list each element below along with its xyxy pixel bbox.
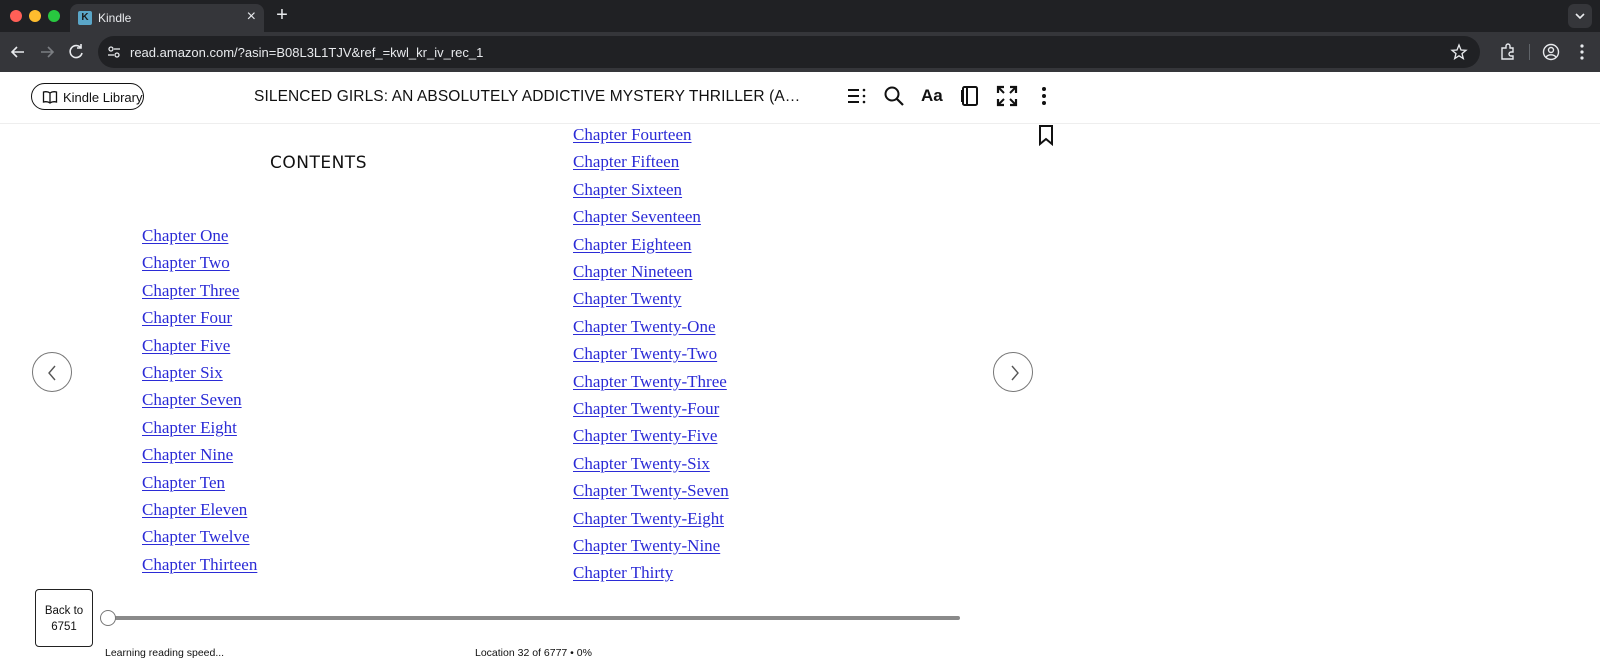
tab-close-icon[interactable]: × bbox=[247, 9, 256, 25]
toc-chapter-link[interactable]: Chapter One bbox=[142, 226, 228, 246]
toc-chapter-link[interactable]: Chapter Fifteen bbox=[573, 152, 679, 172]
more-options-icon[interactable] bbox=[1032, 84, 1056, 108]
reload-button[interactable] bbox=[64, 40, 88, 64]
back-to-label: Back to bbox=[44, 605, 84, 617]
toc-chapter-link[interactable]: Chapter Twenty-Four bbox=[573, 399, 719, 419]
toc-chapter-link[interactable]: Chapter Two bbox=[142, 253, 230, 273]
toc-chapter-link[interactable]: Chapter Sixteen bbox=[573, 180, 682, 200]
toc-chapter-link[interactable]: Chapter Twenty-Seven bbox=[573, 481, 729, 501]
table-of-contents-icon[interactable] bbox=[845, 84, 869, 108]
extensions-puzzle-icon[interactable] bbox=[1498, 42, 1518, 62]
forward-nav-button[interactable] bbox=[35, 40, 59, 64]
arrow-left-icon bbox=[10, 46, 24, 58]
reading-progress-slider[interactable] bbox=[108, 616, 960, 620]
location-indicator: Location 32 of 6777 • 0% bbox=[475, 647, 592, 659]
toc-chapter-link[interactable]: Chapter Nineteen bbox=[573, 262, 692, 282]
toc-chapter-link[interactable]: Chapter Twenty-Two bbox=[573, 344, 717, 364]
toc-chapter-link[interactable]: Chapter Twenty-Five bbox=[573, 426, 717, 446]
toc-chapter-link[interactable]: Chapter Nine bbox=[142, 445, 233, 465]
back-to-location-button[interactable]: Back to 6751 bbox=[35, 589, 93, 647]
toc-chapter-link[interactable]: Chapter Eight bbox=[142, 418, 237, 438]
reload-icon bbox=[69, 44, 83, 59]
toc-chapter-link[interactable]: Chapter Fourteen bbox=[573, 125, 692, 145]
toc-chapter-link[interactable]: Chapter Ten bbox=[142, 473, 225, 493]
toc-chapter-link[interactable]: Chapter Twenty-Six bbox=[573, 454, 710, 474]
toc-chapter-link[interactable]: Chapter Thirteen bbox=[142, 555, 257, 575]
tab-title: Kindle bbox=[98, 11, 132, 25]
url-text[interactable]: read.amazon.com/?asin=B08L3L1TJV&ref_=kw… bbox=[130, 45, 483, 60]
kindle-favicon-icon: K bbox=[78, 11, 92, 25]
back-to-location-number: 6751 bbox=[51, 621, 77, 633]
browser-toolbar: read.amazon.com/?asin=B08L3L1TJV&ref_=kw… bbox=[0, 32, 1600, 72]
toc-chapter-link[interactable]: Chapter Thirty bbox=[573, 563, 673, 583]
toc-chapter-link[interactable]: Chapter Twenty-Nine bbox=[573, 536, 720, 556]
reading-speed-status: Learning reading speed... bbox=[105, 647, 225, 659]
toc-chapter-link[interactable]: Chapter Four bbox=[142, 308, 232, 328]
browser-menu-icon[interactable] bbox=[1572, 42, 1592, 62]
toolbar-divider bbox=[1529, 44, 1530, 60]
arrow-right-icon bbox=[41, 46, 55, 58]
window-minimize-button[interactable] bbox=[29, 10, 41, 22]
window-maximize-button[interactable] bbox=[48, 10, 60, 22]
site-info-icon[interactable] bbox=[106, 44, 122, 60]
toc-chapter-link[interactable]: Chapter Twenty-One bbox=[573, 317, 715, 337]
toc-chapter-link[interactable]: Chapter Five bbox=[142, 336, 230, 356]
browser-tab-kindle[interactable]: K Kindle × bbox=[70, 4, 264, 32]
toc-chapter-link[interactable]: Chapter Twenty-Three bbox=[573, 372, 727, 392]
toc-chapter-link[interactable]: Chapter Six bbox=[142, 363, 223, 383]
next-page-button[interactable] bbox=[993, 352, 1033, 392]
kindle-library-button[interactable]: Kindle Library bbox=[31, 83, 144, 110]
chevron-right-icon bbox=[1011, 365, 1019, 381]
toc-chapter-link[interactable]: Chapter Three bbox=[142, 281, 239, 301]
bookmark-icon[interactable] bbox=[1037, 124, 1055, 146]
chevron-left-icon bbox=[48, 365, 56, 381]
window-close-button[interactable] bbox=[10, 10, 22, 22]
toc-chapter-link[interactable]: Chapter Eleven bbox=[142, 500, 247, 520]
notebook-icon[interactable] bbox=[958, 84, 982, 108]
star-bookmark-icon[interactable] bbox=[1450, 43, 1468, 61]
fullscreen-icon[interactable] bbox=[995, 84, 1019, 108]
chevron-down-icon bbox=[1575, 13, 1585, 20]
reading-progress-thumb[interactable] bbox=[100, 610, 116, 626]
tab-search-button[interactable] bbox=[1568, 4, 1592, 28]
address-bar[interactable]: read.amazon.com/?asin=B08L3L1TJV&ref_=kw… bbox=[98, 36, 1480, 68]
new-tab-button[interactable]: + bbox=[272, 4, 292, 26]
browser-tab-strip: K Kindle × + bbox=[0, 0, 1600, 32]
toc-chapter-link[interactable]: Chapter Twenty-Eight bbox=[573, 509, 724, 529]
book-title: SILENCED GIRLS: AN ABSOLUTELY ADDICTIVE … bbox=[254, 88, 810, 105]
toc-chapter-link[interactable]: Chapter Seven bbox=[142, 390, 242, 410]
profile-avatar-icon[interactable] bbox=[1541, 42, 1561, 62]
search-icon[interactable] bbox=[882, 84, 906, 108]
back-nav-button[interactable] bbox=[6, 40, 30, 64]
font-settings-icon[interactable]: Aa bbox=[921, 86, 943, 106]
toc-chapter-link[interactable]: Chapter Twenty bbox=[573, 289, 682, 309]
toc-chapter-link[interactable]: Chapter Eighteen bbox=[573, 235, 692, 255]
toc-chapter-link[interactable]: Chapter Twelve bbox=[142, 527, 250, 547]
previous-page-button[interactable] bbox=[32, 352, 72, 392]
contents-heading: CONTENTS bbox=[270, 153, 367, 173]
toc-chapter-link[interactable]: Chapter Seventeen bbox=[573, 207, 701, 227]
reader-header: Kindle Library SILENCED GIRLS: AN ABSOLU… bbox=[0, 72, 1600, 124]
open-book-icon bbox=[42, 91, 58, 104]
kindle-library-label: Kindle Library bbox=[63, 90, 143, 105]
